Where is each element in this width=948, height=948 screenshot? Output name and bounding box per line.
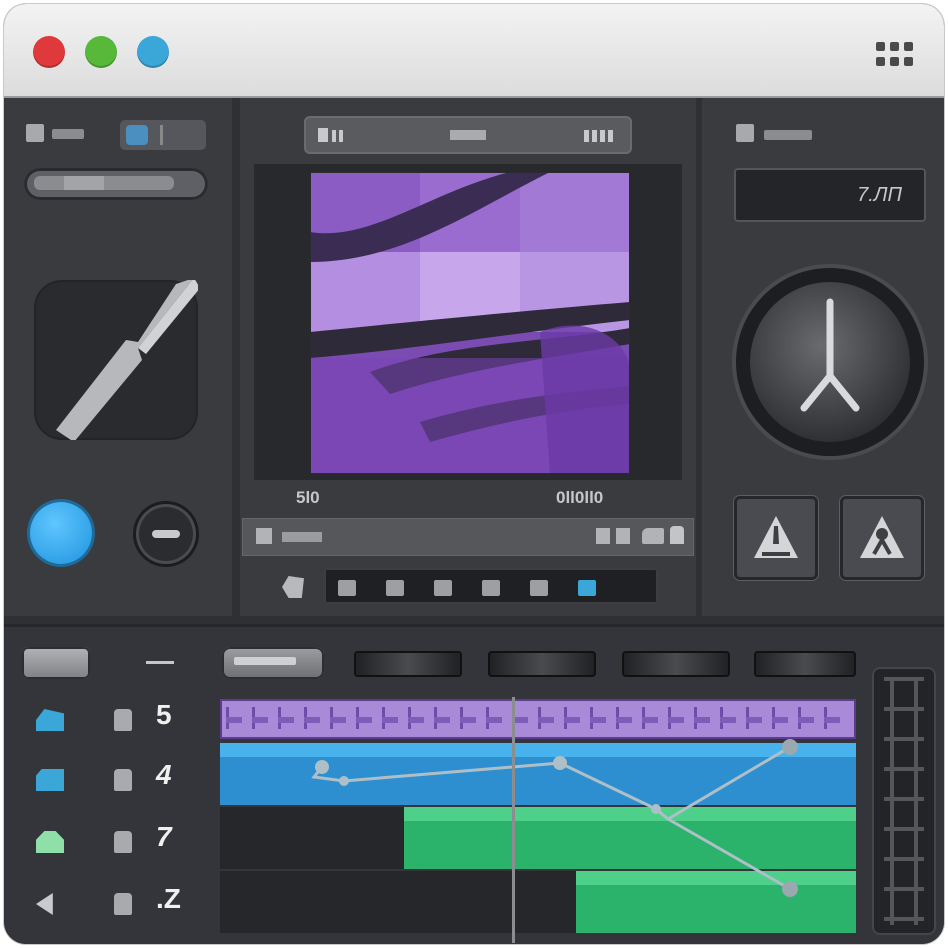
jog-dial[interactable] [736, 268, 924, 456]
value-display: 7.ЛП [734, 168, 926, 222]
automation-curve[interactable] [4, 627, 944, 944]
automation-point [315, 760, 329, 774]
automation-point [782, 881, 798, 897]
inspector-panel: 7.ЛП [702, 98, 944, 616]
minimize-window-button[interactable] [137, 36, 169, 68]
transport-step-5[interactable] [530, 580, 548, 596]
mixer-meter[interactable] [872, 667, 936, 935]
preview-right-caption: 0ll0ll0 [556, 488, 604, 507]
dial-needle-icon [800, 298, 860, 412]
dial-face [750, 282, 910, 442]
minus-icon [152, 530, 180, 538]
grid-menu-icon[interactable] [876, 42, 914, 68]
inspector-label-placeholder [764, 130, 812, 140]
maximize-window-button[interactable] [85, 36, 117, 68]
transport-step-1[interactable] [338, 580, 356, 596]
close-window-button[interactable] [33, 36, 65, 68]
automation-point [553, 756, 567, 770]
preview-panel: 5l0 0ll0ll0 [240, 98, 696, 616]
inspector-toggle-icon[interactable] [736, 124, 754, 142]
camera-toggle-button[interactable] [120, 120, 206, 150]
value-display-text: 7.ЛП [857, 184, 902, 206]
toolbar-title-placeholder [450, 130, 486, 140]
warning-button-left[interactable] [734, 496, 818, 580]
warning-button-right[interactable] [840, 496, 924, 580]
video-preview[interactable] [254, 164, 682, 480]
preview-artwork [310, 172, 630, 474]
alert-icon [860, 516, 904, 558]
clip-info-bar [242, 518, 694, 556]
panel-label-placeholder [52, 129, 84, 139]
transport-step-3[interactable] [434, 580, 452, 596]
brush-tool-button[interactable] [34, 278, 200, 442]
preview-toolbar [304, 116, 632, 154]
remove-button[interactable] [136, 504, 196, 564]
left-tools-panel [4, 98, 232, 616]
timeline-panel: 5 4 7 .Z [4, 624, 944, 944]
brush-size-slider[interactable] [24, 168, 208, 200]
automation-point [782, 739, 798, 755]
warning-icon [754, 516, 798, 558]
previous-frame-icon[interactable] [282, 576, 304, 598]
transport-step-4[interactable] [482, 580, 500, 596]
transport-step-2[interactable] [386, 580, 404, 596]
playhead[interactable] [512, 697, 515, 943]
transport-bar [324, 568, 658, 604]
preview-left-caption: 5l0 [296, 488, 320, 507]
panel-toggle-icon[interactable] [26, 124, 44, 142]
app-window: 5l0 0ll0ll0 7.ЛП 5 4 7 .Z [4, 4, 944, 944]
transport-step-active[interactable] [578, 580, 596, 596]
record-button[interactable] [30, 502, 92, 564]
automation-point [339, 776, 349, 786]
automation-point [651, 804, 661, 814]
title-bar [4, 4, 944, 98]
brush-icon [56, 278, 200, 442]
